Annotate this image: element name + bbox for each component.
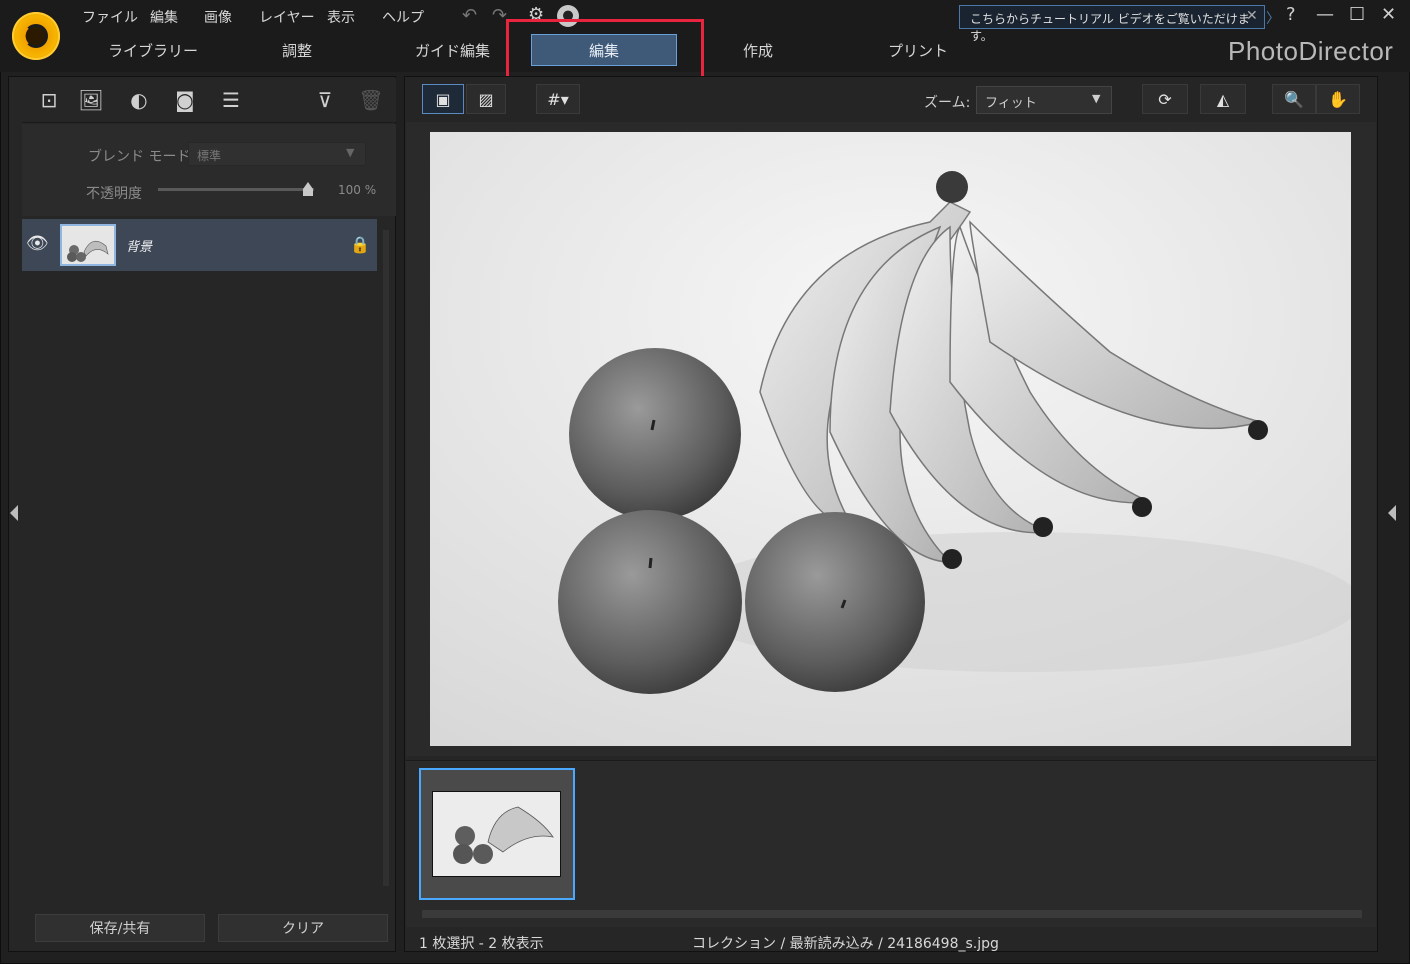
collection-path: コレクション / 最新読み込み / 24186498_s.jpg bbox=[692, 936, 999, 952]
layer-name: 背景 bbox=[126, 240, 153, 255]
selection-status: 1 枚選択 - 2 枚表示 bbox=[419, 936, 544, 952]
compare-view-button[interactable]: ▨ bbox=[466, 84, 506, 114]
tab-print[interactable]: プリント bbox=[888, 40, 948, 61]
tip-arrow-icon: 〉 bbox=[1266, 11, 1280, 27]
mask-icon[interactable]: ◙ bbox=[172, 88, 198, 112]
app-logo-mark bbox=[24, 24, 48, 48]
add-image-layer-icon[interactable]: 🖼 bbox=[78, 88, 104, 112]
menu-view[interactable]: 表示 bbox=[327, 7, 355, 27]
opacity-slider-thumb-base bbox=[303, 189, 313, 196]
filmstrip-scrollbar[interactable] bbox=[422, 910, 1362, 918]
hand-icon: ✋ bbox=[1328, 89, 1348, 109]
save-share-button[interactable]: 保存/共有 bbox=[35, 914, 205, 942]
tab-library[interactable]: ライブラリー bbox=[108, 40, 198, 61]
chevron-down-icon: ▼ bbox=[346, 146, 355, 159]
zoom-chevron-icon: ▼ bbox=[1092, 92, 1101, 105]
pan-tool-button[interactable]: ✋ bbox=[1316, 84, 1360, 114]
opacity-slider-thumb[interactable] bbox=[303, 182, 313, 189]
flip-icon: ◭ bbox=[1216, 89, 1230, 109]
single-view-button[interactable]: ▣ bbox=[422, 84, 464, 114]
single-view-icon: ▣ bbox=[435, 89, 451, 109]
layers-scrollbar[interactable] bbox=[383, 230, 389, 886]
main-photo[interactable] bbox=[430, 132, 1351, 746]
lock-icon[interactable]: 🔒 bbox=[350, 235, 370, 254]
layer-menu-icon[interactable]: ☰ bbox=[218, 88, 244, 112]
zoom-label: ズーム: bbox=[924, 95, 971, 111]
grid-button[interactable]: #▾ bbox=[536, 84, 580, 114]
menu-image[interactable]: 画像 bbox=[204, 7, 232, 27]
flip-button[interactable]: ◭ bbox=[1200, 84, 1246, 114]
zoom-tool-button[interactable]: 🔍 bbox=[1272, 84, 1316, 114]
layer-thumbnail bbox=[60, 224, 116, 266]
opacity-label: 不透明度 bbox=[86, 186, 142, 202]
blend-mode-select[interactable]: 標準 bbox=[188, 142, 366, 166]
delete-icon[interactable]: 🗑 bbox=[358, 88, 384, 112]
rotate-icon: ⟳ bbox=[1158, 89, 1172, 109]
collapse-left-icon[interactable] bbox=[10, 505, 18, 521]
help-button[interactable]: ? bbox=[1286, 4, 1296, 25]
menu-edit[interactable]: 編集 bbox=[150, 7, 178, 27]
layer-properties bbox=[22, 124, 396, 216]
filmstrip-thumbnail-image[interactable] bbox=[432, 791, 561, 877]
highlight-box bbox=[506, 19, 704, 84]
tab-adjust[interactable]: 調整 bbox=[282, 40, 312, 61]
rotate-button[interactable]: ⟳ bbox=[1142, 84, 1188, 114]
clear-button[interactable]: クリア bbox=[218, 914, 388, 942]
collapse-right-icon[interactable] bbox=[1388, 505, 1396, 521]
blend-mode-label: ブレンド モード: bbox=[88, 149, 196, 165]
tip-close-icon[interactable]: ✕ bbox=[1246, 8, 1258, 24]
menu-layer[interactable]: レイヤー bbox=[259, 7, 315, 27]
undo-icon[interactable]: ↶ bbox=[462, 5, 477, 26]
tab-guided-edit[interactable]: ガイド編集 bbox=[415, 40, 490, 61]
menu-help[interactable]: ヘルプ bbox=[382, 7, 424, 27]
minimize-button[interactable]: — bbox=[1316, 4, 1334, 25]
tab-create[interactable]: 作成 bbox=[743, 40, 773, 61]
new-layer-icon[interactable]: ⊡ bbox=[36, 88, 62, 112]
filter-icon[interactable]: ⊽ bbox=[312, 88, 338, 112]
brand-name: PhotoDirector bbox=[1228, 36, 1394, 66]
menu-file[interactable]: ファイル bbox=[82, 7, 138, 27]
tutorial-tip[interactable]: こちらからチュートリアル ビデオをご覧いただけます。 bbox=[959, 5, 1265, 43]
maximize-button[interactable]: ☐ bbox=[1349, 4, 1365, 25]
image-icon: ▨ bbox=[478, 89, 494, 109]
adjustment-layer-icon[interactable]: ◐ bbox=[126, 88, 152, 112]
opacity-slider[interactable] bbox=[158, 188, 314, 191]
eye-icon[interactable]: 👁 bbox=[26, 233, 49, 254]
close-button[interactable]: ✕ bbox=[1381, 4, 1396, 25]
magnifier-icon: 🔍 bbox=[1284, 89, 1304, 109]
redo-icon[interactable]: ↷ bbox=[492, 5, 507, 26]
opacity-value: 100 % bbox=[338, 183, 377, 197]
grid-icon: #▾ bbox=[547, 89, 569, 109]
